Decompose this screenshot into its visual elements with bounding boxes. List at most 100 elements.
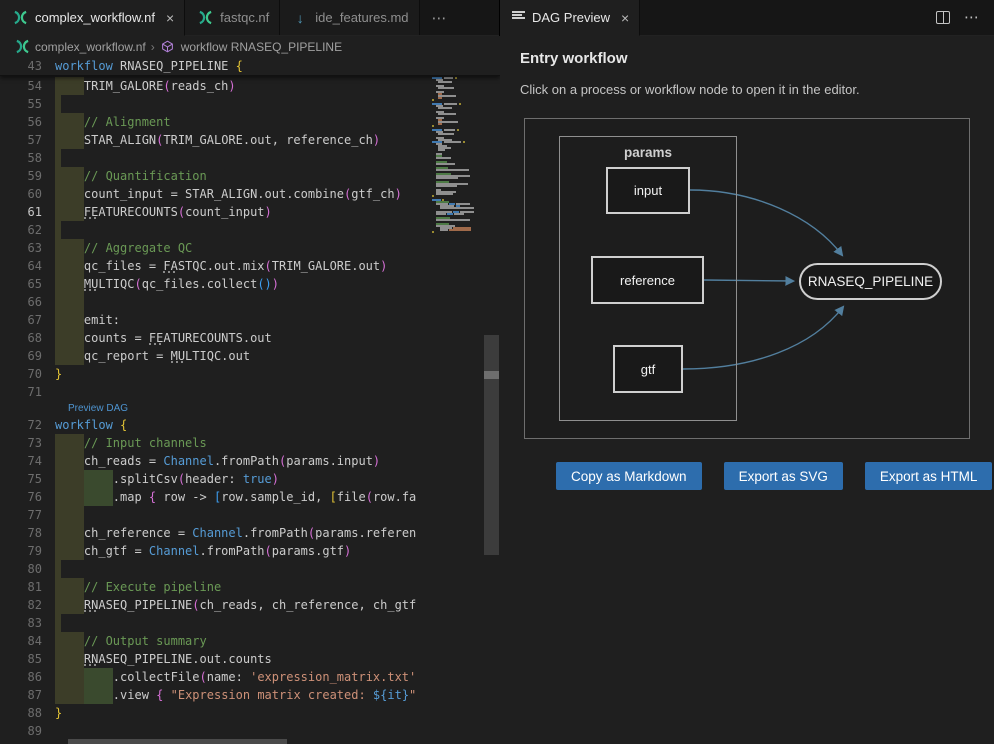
code-line-88[interactable]: 88} [0,704,432,722]
code-line-74[interactable]: 74 ch_reads = Channel.fromPath(params.in… [0,452,432,470]
codelens-preview-dag-link[interactable]: Preview DAG [68,401,128,416]
code-line-78[interactable]: 78 ch_reference = Channel.fromPath(param… [0,524,432,542]
code-line-58[interactable]: 58 [0,149,432,167]
tab-label: fastqc.nf [220,10,269,25]
symbol-cube-icon [160,39,176,55]
vertical-scrollbar[interactable] [483,57,500,744]
code-line-68[interactable]: 68 counts = FEATURECOUNTS.out [0,329,432,347]
code-line-54[interactable]: 54 TRIM_GALORE(reads_ch) [0,77,432,95]
line-number: 59 [0,169,55,183]
code-line-62[interactable]: 62 [0,221,432,239]
line-number: 82 [0,598,55,612]
code-line-56[interactable]: 56 // Alignment [0,113,432,131]
code-line-55[interactable]: 55 [0,95,432,113]
code-line-63[interactable]: 63 // Aggregate QC [0,239,432,257]
code-line-79[interactable]: 79 ch_gtf = Channel.fromPath(params.gtf) [0,542,432,560]
code-line-82[interactable]: 82 RNASEQ_PIPELINE(ch_reads, ch_referenc… [0,596,432,614]
tab-label: ide_features.md [315,10,408,25]
code-line-75[interactable]: 75 .splitCsv(header: true) [0,470,432,488]
tab-overflow-icon[interactable]: ⋯ [420,0,461,35]
line-number: 85 [0,652,55,666]
line-number: 74 [0,454,55,468]
code-line-80[interactable]: 80 [0,560,432,578]
line-number: 60 [0,187,55,201]
indent-highlight [55,293,84,311]
page-title: Entry workflow [520,50,628,67]
code-line-73[interactable]: 73 // Input channels [0,434,432,452]
code-line-66[interactable]: 66 [0,293,432,311]
tab-ide_features-md[interactable]: ↓ide_features.md [280,0,419,35]
line-number: 73 [0,436,55,450]
code-line-67[interactable]: 67 emit: [0,311,432,329]
copy-as-markdown-button[interactable]: Copy as Markdown [556,462,702,490]
code-line-89[interactable]: 89 [0,722,432,740]
export-as-html-button[interactable]: Export as HTML [865,462,993,490]
minimap[interactable] [430,57,484,235]
line-number: 56 [0,115,55,129]
code-line-43[interactable]: 43workflow RNASEQ_PIPELINE { [0,57,500,75]
line-number: 63 [0,241,55,255]
line-number: 57 [0,133,55,147]
line-number: 88 [0,706,55,720]
code-line-64[interactable]: 64 qc_files = FASTQC.out.mix(TRIM_GALORE… [0,257,432,275]
code-line-57[interactable]: 57 STAR_ALIGN(TRIM_GALORE.out, reference… [0,131,432,149]
line-number: 84 [0,634,55,648]
code-line-77[interactable]: 77 [0,506,432,524]
line-number: 68 [0,331,55,345]
tab-dag-preview[interactable]: DAG Preview × [500,0,640,36]
line-number: 80 [0,562,55,576]
dag-node-gtf[interactable]: gtf [613,345,683,393]
indent-highlight [55,149,61,167]
code-line-65[interactable]: 65 MULTIQC(qc_files.collect()) [0,275,432,293]
code-line-87[interactable]: 87 .view { "Expression matrix created: $… [0,686,432,704]
line-number: 43 [0,59,55,73]
preview-list-icon [512,10,525,26]
split-editor-icon[interactable] [936,11,950,24]
line-number: 78 [0,526,55,540]
code-line-60[interactable]: 60 count_input = STAR_ALIGN.out.combine(… [0,185,432,203]
code-line-81[interactable]: 81 // Execute pipeline [0,578,432,596]
horizontal-scrollbar[interactable] [68,739,287,744]
code-line-59[interactable]: 59 // Quantification [0,167,432,185]
indent-highlight [55,614,61,632]
code-line-61[interactable]: 61 FEATURECOUNTS(count_input) [0,203,432,221]
export-as-svg-button[interactable]: Export as SVG [724,462,843,490]
code-line-83[interactable]: 83 [0,614,432,632]
line-number: 87 [0,688,55,702]
breadcrumb-file[interactable]: complex_workflow.nf [35,40,146,54]
line-number: 75 [0,472,55,486]
dag-node-input[interactable]: input [606,167,690,214]
code-line-69[interactable]: 69 qc_report = MULTIQC.out [0,347,432,365]
page-description: Click on a process or workflow node to o… [520,82,860,97]
tab-complex_workflow-nf[interactable]: complex_workflow.nf× [0,0,185,36]
code-line-86[interactable]: 86 .collectFile(name: 'expression_matrix… [0,668,432,686]
code-line-72[interactable]: 72workflow { [0,416,432,434]
code-line-76[interactable]: 76 .map { row -> [row.sample_id, [file(r… [0,488,432,506]
panel-actions: ⋯ [936,0,994,35]
code-line-71[interactable]: 71 [0,383,432,401]
line-number: 62 [0,223,55,237]
sticky-scroll-line[interactable]: 43workflow RNASEQ_PIPELINE { [0,57,500,76]
line-number: 61 [0,205,55,219]
code-line-85[interactable]: 85 RNASEQ_PIPELINE.out.counts [0,650,432,668]
code-lines[interactable]: 54 TRIM_GALORE(reads_ch) 55 56 // Alignmen… [0,77,432,744]
line-number: 81 [0,580,55,594]
dag-node-rnaseq[interactable]: RNASEQ_PIPELINE [799,263,942,300]
line-number: 69 [0,349,55,363]
line-number: 55 [0,97,55,111]
line-number: 77 [0,508,55,522]
breadcrumb-symbol[interactable]: workflow RNASEQ_PIPELINE [181,40,342,54]
more-actions-icon[interactable]: ⋯ [964,10,980,25]
code-line-70[interactable]: 70} [0,365,432,383]
code-line-84[interactable]: 84 // Output summary [0,632,432,650]
dag-button-row: Copy as Markdown Export as SVG Export as H… [556,462,992,490]
close-icon[interactable]: × [166,11,174,25]
code-editor[interactable]: 43workflow RNASEQ_PIPELINE { 54 TRIM_GAL… [0,57,500,744]
line-number: 70 [0,367,55,381]
close-icon[interactable]: × [621,11,629,25]
tab-fastqc-nf[interactable]: fastqc.nf [185,0,280,35]
scrollbar-thumb[interactable] [484,335,499,555]
dag-node-reference[interactable]: reference [591,256,704,304]
nextflow-icon [14,39,30,55]
line-number: 79 [0,544,55,558]
